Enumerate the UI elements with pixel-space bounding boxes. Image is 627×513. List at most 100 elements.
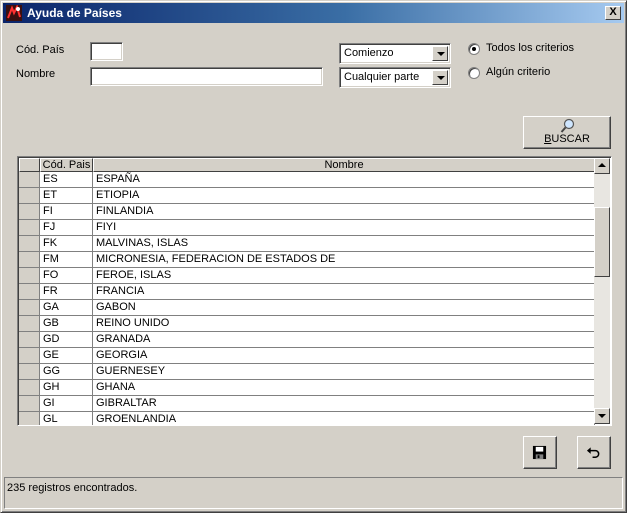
- cell-name[interactable]: GHANA: [93, 380, 595, 396]
- vertical-scrollbar[interactable]: [594, 158, 610, 424]
- nombre-match-value: Cualquier parte: [344, 71, 420, 83]
- cod-match-value: Comienzo: [344, 47, 394, 59]
- cell-name[interactable]: MICRONESIA, FEDERACION DE ESTADOS DE: [93, 252, 595, 268]
- cell-code[interactable]: FR: [40, 284, 93, 300]
- cell-name[interactable]: REINO UNIDO: [93, 316, 595, 332]
- dialog-window: Ayuda de Países X Cód. País Nombre Comie…: [0, 0, 627, 513]
- cod-match-select[interactable]: Comienzo: [339, 43, 451, 64]
- column-header-name-label: Nombre: [324, 159, 364, 171]
- cell-name[interactable]: MALVINAS, ISLAS: [93, 236, 595, 252]
- table-row[interactable]: FJ FIYI: [19, 220, 595, 236]
- cell-name[interactable]: FINLANDIA: [93, 204, 595, 220]
- search-button-text: USCAR: [551, 133, 590, 145]
- cell-name[interactable]: GUERNESEY: [93, 364, 595, 380]
- cell-code[interactable]: FM: [40, 252, 93, 268]
- save-button[interactable]: [523, 436, 557, 469]
- scroll-down-button[interactable]: [594, 408, 610, 424]
- cod-match-dropdown-button[interactable]: [432, 46, 448, 61]
- row-selector[interactable]: [19, 236, 40, 252]
- cell-code[interactable]: GA: [40, 300, 93, 316]
- column-header-name[interactable]: Nombre: [93, 158, 595, 172]
- cell-name[interactable]: GABON: [93, 300, 595, 316]
- row-selector[interactable]: [19, 348, 40, 364]
- cell-code[interactable]: ES: [40, 172, 93, 188]
- radio-any-button[interactable]: [468, 67, 480, 79]
- cod-pais-input[interactable]: [90, 42, 123, 61]
- grid-corner: [19, 158, 40, 172]
- cell-name[interactable]: FEROE, ISLAS: [93, 268, 595, 284]
- table-row[interactable]: GL GROENLANDIA: [19, 412, 595, 425]
- cell-code[interactable]: GH: [40, 380, 93, 396]
- scroll-up-button[interactable]: [594, 158, 610, 174]
- cell-name[interactable]: GEORGIA: [93, 348, 595, 364]
- cell-code[interactable]: GI: [40, 396, 93, 412]
- cell-code[interactable]: FO: [40, 268, 93, 284]
- countries-grid[interactable]: Cód. Pais Nombre ES ESPAÑA ET ETIOPIA FI FINL…: [17, 156, 612, 426]
- table-row[interactable]: GE GEORGIA: [19, 348, 595, 364]
- table-row[interactable]: GG GUERNESEY: [19, 364, 595, 380]
- row-selector[interactable]: [19, 268, 40, 284]
- row-selector[interactable]: [19, 380, 40, 396]
- scroll-thumb[interactable]: [594, 207, 610, 277]
- cell-code[interactable]: FI: [40, 204, 93, 220]
- status-text: 235 registros encontrados.: [7, 482, 138, 494]
- table-row[interactable]: GA GABON: [19, 300, 595, 316]
- row-selector[interactable]: [19, 284, 40, 300]
- window-title: Ayuda de Países: [27, 6, 122, 20]
- cell-name[interactable]: GROENLANDIA: [93, 412, 595, 425]
- cell-code[interactable]: GG: [40, 364, 93, 380]
- search-button[interactable]: BUSCAR: [523, 116, 611, 149]
- cell-code[interactable]: FJ: [40, 220, 93, 236]
- table-row[interactable]: FM MICRONESIA, FEDERACION DE ESTADOS DE: [19, 252, 595, 268]
- close-icon: X: [609, 6, 617, 18]
- cell-name[interactable]: GRANADA: [93, 332, 595, 348]
- cell-code[interactable]: GE: [40, 348, 93, 364]
- magnifier-icon: [560, 118, 575, 133]
- scroll-down-icon: [598, 414, 606, 418]
- row-selector[interactable]: [19, 172, 40, 188]
- row-selector[interactable]: [19, 396, 40, 412]
- undo-button[interactable]: [577, 436, 611, 469]
- cell-name[interactable]: ETIOPIA: [93, 188, 595, 204]
- radio-any-label: Algún criterio: [486, 66, 551, 78]
- row-selector[interactable]: [19, 332, 40, 348]
- title-bar[interactable]: Ayuda de Países X: [3, 3, 624, 23]
- table-row[interactable]: ET ETIOPIA: [19, 188, 595, 204]
- row-selector[interactable]: [19, 204, 40, 220]
- table-row[interactable]: GB REINO UNIDO: [19, 316, 595, 332]
- search-button-label: BUSCAR: [524, 133, 610, 145]
- radio-all-button[interactable]: [468, 43, 480, 55]
- table-row[interactable]: FR FRANCIA: [19, 284, 595, 300]
- row-selector[interactable]: [19, 316, 40, 332]
- cod-pais-label: Cód. País: [16, 44, 65, 56]
- cell-code[interactable]: GB: [40, 316, 93, 332]
- cell-code[interactable]: GD: [40, 332, 93, 348]
- row-selector[interactable]: [19, 188, 40, 204]
- column-header-code[interactable]: Cód. Pais: [40, 158, 93, 172]
- row-selector[interactable]: [19, 364, 40, 380]
- table-row[interactable]: FI FINLANDIA: [19, 204, 595, 220]
- nombre-match-select[interactable]: Cualquier parte: [339, 67, 451, 88]
- table-row[interactable]: GI GIBRALTAR: [19, 396, 595, 412]
- chevron-down-icon: [437, 76, 445, 80]
- cell-name[interactable]: FIYI: [93, 220, 595, 236]
- undo-arrow-icon: [586, 447, 600, 458]
- table-row[interactable]: FK MALVINAS, ISLAS: [19, 236, 595, 252]
- cell-code[interactable]: GL: [40, 412, 93, 425]
- row-selector[interactable]: [19, 412, 40, 425]
- cell-code[interactable]: ET: [40, 188, 93, 204]
- cell-name[interactable]: FRANCIA: [93, 284, 595, 300]
- table-row[interactable]: ES ESPAÑA: [19, 172, 595, 188]
- cell-code[interactable]: FK: [40, 236, 93, 252]
- table-row[interactable]: GH GHANA: [19, 380, 595, 396]
- row-selector[interactable]: [19, 220, 40, 236]
- row-selector[interactable]: [19, 252, 40, 268]
- nombre-input[interactable]: [90, 67, 323, 86]
- nombre-match-dropdown-button[interactable]: [432, 70, 448, 85]
- close-button[interactable]: X: [605, 6, 621, 20]
- table-row[interactable]: FO FEROE, ISLAS: [19, 268, 595, 284]
- row-selector[interactable]: [19, 300, 40, 316]
- cell-name[interactable]: GIBRALTAR: [93, 396, 595, 412]
- table-row[interactable]: GD GRANADA: [19, 332, 595, 348]
- cell-name[interactable]: ESPAÑA: [93, 172, 595, 188]
